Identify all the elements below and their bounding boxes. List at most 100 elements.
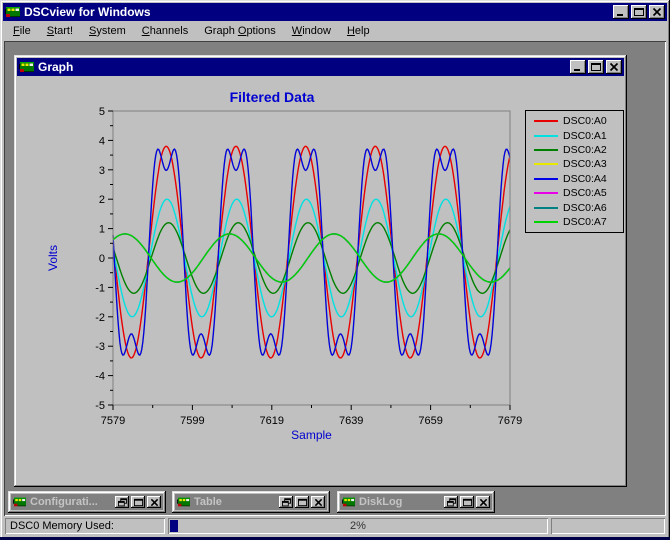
x-tick-label: 7619 xyxy=(260,415,284,427)
pcb-card-icon xyxy=(19,62,34,72)
y-tick-label: -2 xyxy=(95,312,105,324)
x-tick-label: 7599 xyxy=(180,415,204,427)
legend-item-dsc0-a5: DSC0:A5 xyxy=(526,186,623,200)
pcb-card-icon xyxy=(342,497,355,507)
y-tick-label: 5 xyxy=(99,106,105,118)
legend-item-dsc0-a3: DSC0:A3 xyxy=(526,157,623,171)
graph-window-maximize-button[interactable] xyxy=(588,60,604,74)
status-empty-panel xyxy=(551,518,665,534)
y-tick-label: 1 xyxy=(99,224,105,236)
disklog-restore-button[interactable] xyxy=(444,496,458,508)
mdi-workspace: Graph 7579 7599 7619 7639 7659 7679 -5 -4 -3 -2 -1… xyxy=(4,41,666,516)
progress-fill xyxy=(170,520,178,532)
legend-swatch-dsc0-a1 xyxy=(534,134,558,137)
configurati-close-button[interactable] xyxy=(147,496,161,508)
memory-label: DSC0 Memory Used: xyxy=(10,520,114,532)
table-maximize-button[interactable] xyxy=(295,496,309,508)
chart-legend: DSC0:A0 DSC0:A1 DSC0:A2 DSC0:A3 DSC0:A4 … xyxy=(525,110,624,234)
legend-label-dsc0-a1: DSC0:A1 xyxy=(563,129,607,142)
legend-label-dsc0-a7: DSC0:A7 xyxy=(563,215,607,228)
configurati-restore-button[interactable] xyxy=(115,496,129,508)
app-titlebar[interactable]: DSCview for Windows xyxy=(3,3,667,21)
x-tick-label: 7679 xyxy=(498,415,522,427)
legend-swatch-dsc0-a5 xyxy=(534,192,558,195)
legend-swatch-dsc0-a4 xyxy=(534,177,558,180)
menu-item-graph-options[interactable]: Graph Options xyxy=(196,23,284,39)
app-maximize-button[interactable] xyxy=(631,5,647,19)
app-window: DSCview for Windows File Start! System Chan… xyxy=(0,0,670,540)
disklog-maximize-button[interactable] xyxy=(460,496,474,508)
graph-client-area: 7579 7599 7619 7639 7659 7679 -5 -4 -3 -2 -1 0 1 2 3 4 5… xyxy=(17,76,624,484)
legend-swatch-dsc0-a7 xyxy=(534,220,558,223)
memory-progressbar: 2% xyxy=(168,518,548,534)
legend-label-dsc0-a4: DSC0:A4 xyxy=(563,172,607,185)
legend-label-dsc0-a3: DSC0:A3 xyxy=(563,158,607,171)
app-window-controls xyxy=(613,5,665,19)
x-tick-label: 7579 xyxy=(101,415,125,427)
chart-title: Filtered Data xyxy=(230,89,315,105)
app-title: DSCview for Windows xyxy=(24,5,151,19)
x-axis-label: Sample xyxy=(291,428,332,442)
menu-bar: File Start! System Channels Graph Options Win… xyxy=(3,21,667,41)
graph-window-minimize-button[interactable] xyxy=(570,60,586,74)
pcb-card-icon xyxy=(177,497,190,507)
app-close-button[interactable] xyxy=(649,5,665,19)
legend-item-dsc0-a2: DSC0:A2 xyxy=(526,143,623,157)
memory-label-panel: DSC0 Memory Used: xyxy=(5,518,165,534)
legend-label-dsc0-a5: DSC0:A5 xyxy=(563,187,607,200)
y-tick-label: -1 xyxy=(95,282,105,294)
y-tick-label: 4 xyxy=(99,135,105,147)
graph-window: Graph 7579 7599 7619 7639 7659 7679 -5 -4 -3 -2 -1… xyxy=(14,55,627,487)
x-tick-label: 7659 xyxy=(418,415,442,427)
minimized-titlebar-configurati[interactable]: Configurati... xyxy=(11,494,163,510)
y-tick-label: 2 xyxy=(99,194,105,206)
minimized-title-table: Table xyxy=(194,496,222,508)
minimized-window-configurati[interactable]: Configurati... xyxy=(8,491,166,513)
graph-window-title: Graph xyxy=(38,60,74,74)
menu-item-system[interactable]: System xyxy=(81,23,134,39)
menu-item-channels[interactable]: Channels xyxy=(134,23,197,39)
legend-swatch-dsc0-a2 xyxy=(534,148,558,151)
graph-window-icon xyxy=(19,60,35,74)
menu-item-help[interactable]: Help xyxy=(339,23,378,39)
minimized-title-configurati: Configurati... xyxy=(30,496,98,508)
graph-titlebar[interactable]: Graph xyxy=(17,58,624,76)
legend-item-dsc0-a4: DSC0:A4 xyxy=(526,172,623,186)
minimized-title-disklog: DiskLog xyxy=(359,496,403,508)
pcb-card-icon xyxy=(13,497,26,507)
legend-label-dsc0-a0: DSC0:A0 xyxy=(563,115,607,128)
y-tick-label: 0 xyxy=(99,253,105,265)
minimized-titlebar-table[interactable]: Table xyxy=(175,494,327,510)
y-tick-label: 3 xyxy=(99,165,105,177)
y-axis-label: Volts xyxy=(46,245,60,271)
minimized-window-disklog[interactable]: DiskLog xyxy=(337,491,495,513)
minimized-window-table[interactable]: Table xyxy=(172,491,330,513)
table-restore-button[interactable] xyxy=(279,496,293,508)
minimized-titlebar-disklog[interactable]: DiskLog xyxy=(340,494,492,510)
y-tick-label: -4 xyxy=(95,371,105,383)
progress-percent-text: 2% xyxy=(350,520,366,532)
menu-item-window[interactable]: Window xyxy=(284,23,339,39)
status-bar: DSC0 Memory Used: 2% xyxy=(3,516,667,536)
graph-window-close-button[interactable] xyxy=(606,60,622,74)
legend-label-dsc0-a2: DSC0:A2 xyxy=(563,143,607,156)
menu-item-start[interactable]: Start! xyxy=(39,23,81,39)
legend-swatch-dsc0-a3 xyxy=(534,163,558,166)
app-minimize-button[interactable] xyxy=(613,5,629,19)
legend-item-dsc0-a0: DSC0:A0 xyxy=(526,114,623,128)
y-tick-label: -3 xyxy=(95,341,105,353)
disklog-close-button[interactable] xyxy=(476,496,490,508)
y-tick-label: -5 xyxy=(95,400,105,412)
legend-swatch-dsc0-a6 xyxy=(534,206,558,209)
graph-window-controls xyxy=(570,60,622,74)
pcb-card-icon xyxy=(5,7,20,17)
configurati-maximize-button[interactable] xyxy=(131,496,145,508)
legend-swatch-dsc0-a0 xyxy=(534,120,558,123)
menu-item-file[interactable]: File xyxy=(5,23,39,39)
app-icon xyxy=(5,5,21,19)
table-close-button[interactable] xyxy=(311,496,325,508)
legend-item-dsc0-a6: DSC0:A6 xyxy=(526,200,623,214)
legend-item-dsc0-a7: DSC0:A7 xyxy=(526,215,623,229)
x-tick-label: 7639 xyxy=(339,415,363,427)
legend-item-dsc0-a1: DSC0:A1 xyxy=(526,128,623,142)
